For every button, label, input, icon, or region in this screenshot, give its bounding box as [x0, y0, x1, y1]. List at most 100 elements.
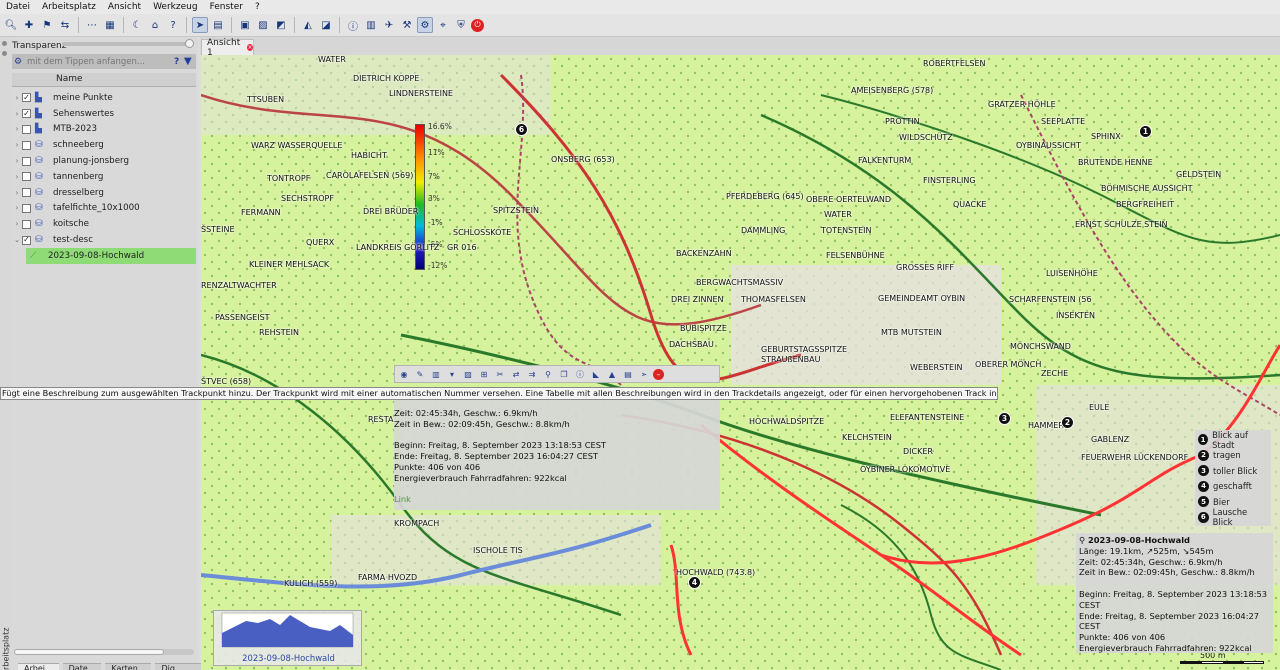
menu-datei[interactable]: Datei	[0, 0, 36, 14]
horizontal-scrollbar[interactable]	[14, 649, 194, 655]
checkbox[interactable]	[22, 156, 31, 166]
checkbox[interactable]	[22, 140, 31, 150]
checkbox[interactable]	[22, 124, 31, 134]
menu-fenster[interactable]: Fenster	[204, 0, 249, 14]
checkbox[interactable]: ✓	[22, 93, 31, 103]
tool-icon[interactable]: ⚒	[399, 17, 415, 33]
graph-icon[interactable]: ▲	[605, 367, 619, 381]
expand-icon[interactable]: ›	[12, 157, 22, 165]
cut-icon[interactable]: ✂	[493, 367, 507, 381]
expand-icon[interactable]: ›	[12, 141, 22, 149]
table-icon[interactable]: ▤	[621, 367, 635, 381]
expand-icon[interactable]: ›	[12, 189, 22, 197]
expand-icon[interactable]: ›	[12, 110, 22, 118]
tool2-icon[interactable]: ⚙	[417, 17, 433, 33]
book-icon[interactable]: ▥	[429, 367, 443, 381]
view-icon[interactable]: ◩	[273, 17, 289, 33]
menu-help[interactable]: ?	[249, 0, 266, 14]
zoom-icon[interactable]: 🔍︎	[3, 17, 19, 33]
tree-item[interactable]: › ⛁ dresselberg	[12, 185, 196, 201]
profile-icon[interactable]: ▤	[210, 17, 226, 33]
tab-database[interactable]: Date...	[62, 663, 102, 670]
tab-workspace[interactable]: Arbei...	[18, 663, 59, 670]
cursor-icon[interactable]: ➤	[192, 17, 208, 33]
legend-item[interactable]: 6 Lausche Blick	[1198, 507, 1268, 527]
collapse-icon[interactable]: ⌄	[12, 236, 22, 244]
profile-icon[interactable]: ◣	[589, 367, 603, 381]
power-icon[interactable]: ⏻	[471, 18, 484, 32]
info-link[interactable]: Link	[394, 494, 720, 505]
menu-werkzeug[interactable]: Werkzeug	[147, 0, 204, 14]
waypoint-marker[interactable]: 2	[1061, 416, 1074, 429]
scrollbar-thumb[interactable]	[14, 649, 164, 655]
checkbox[interactable]	[22, 172, 31, 182]
help-icon[interactable]: ?	[174, 57, 184, 67]
shield-icon[interactable]: ⛨	[453, 17, 469, 33]
waypoint-marker[interactable]: 3	[998, 412, 1011, 425]
waypoint-marker[interactable]: 1	[1139, 125, 1152, 138]
elevation-profile[interactable]: 2023-09-08-Hochwald	[213, 610, 362, 666]
send-icon[interactable]: ✈	[381, 17, 397, 33]
legend-item[interactable]: 3 toller Blick	[1198, 463, 1268, 479]
settings-icon[interactable]: ⚙	[12, 57, 24, 67]
select-area-icon[interactable]: ⋯	[84, 17, 100, 33]
range-icon[interactable]: ⊞	[477, 367, 491, 381]
route-icon[interactable]: ⚑	[39, 17, 55, 33]
map-icon[interactable]: ▣	[237, 17, 253, 33]
layer-icon[interactable]: ◭	[300, 17, 316, 33]
pen-icon[interactable]: ✎	[413, 367, 427, 381]
column-header[interactable]: Name	[12, 73, 196, 87]
close-icon[interactable]: ×	[246, 44, 253, 51]
expand-icon[interactable]: ›	[12, 125, 22, 133]
tree-item-selected[interactable]: ⟋ 2023-09-08-Hochwald	[26, 247, 196, 264]
route-icon[interactable]: ➣	[637, 367, 651, 381]
checkbox[interactable]	[22, 219, 31, 229]
expand-icon[interactable]: ›	[12, 173, 22, 181]
grid-icon[interactable]: ▦	[102, 17, 118, 33]
delete-icon[interactable]: –	[653, 368, 664, 380]
waypoint-marker[interactable]: 4	[688, 576, 701, 589]
combine-icon[interactable]: ⇉	[525, 367, 539, 381]
tab-view-1[interactable]: Ansicht 1 ×	[201, 38, 254, 58]
checkbox[interactable]	[22, 203, 31, 213]
add-icon[interactable]: ✚	[21, 17, 37, 33]
copy-icon[interactable]: ❐	[557, 367, 571, 381]
tree-item[interactable]: › ⛁ tannenberg	[12, 169, 196, 185]
dock-handle-icon[interactable]	[2, 51, 7, 56]
dem-icon[interactable]: ▨	[255, 17, 271, 33]
checkbox[interactable]	[22, 188, 31, 198]
info-icon[interactable]: ⓘ	[345, 17, 361, 33]
add-info-icon[interactable]: ⓘ	[573, 367, 587, 381]
tree-item[interactable]: › ✓ ▙ Sehenswertes	[12, 106, 196, 122]
menu-ansicht[interactable]: Ansicht	[102, 0, 147, 14]
bike-icon[interactable]: ⚲	[541, 367, 555, 381]
slider-knob[interactable]	[185, 39, 194, 48]
gps-icon[interactable]: ⌖	[435, 17, 451, 33]
search-input[interactable]	[24, 56, 174, 67]
tree-item[interactable]: › ⛁ planung-jonsberg	[12, 153, 196, 169]
expand-icon[interactable]: ›	[12, 220, 22, 228]
legend-item[interactable]: 1 Blick auf Stadt	[1198, 430, 1268, 450]
poi-icon[interactable]: ⌂	[147, 17, 163, 33]
tree-item[interactable]: › ✓ ▙ meine Punkte	[12, 90, 196, 106]
reverse-icon[interactable]: ⇄	[509, 367, 523, 381]
night-icon[interactable]: ☾	[129, 17, 145, 33]
expand-icon[interactable]: ›	[12, 94, 22, 102]
legend-item[interactable]: 4 geschafft	[1198, 479, 1268, 495]
legend-item[interactable]: 2 tragen	[1198, 448, 1268, 464]
dock-handle-icon[interactable]	[2, 41, 7, 46]
image-icon[interactable]: ◪	[318, 17, 334, 33]
track-icon[interactable]: ⇆	[57, 17, 73, 33]
checkbox[interactable]: ✓	[22, 109, 31, 119]
expand-icon[interactable]: ›	[12, 204, 22, 212]
track-title[interactable]: ⚲ 2023-09-08-Hochwald	[1079, 535, 1270, 546]
waypoint-marker[interactable]: 6	[515, 123, 528, 136]
eye-icon[interactable]: ◉	[397, 367, 411, 381]
menu-arbeitsplatz[interactable]: Arbeitsplatz	[36, 0, 102, 14]
tree-item[interactable]: › ▙ MTB-2023	[12, 122, 196, 138]
tree-item[interactable]: ⌄ ✓ ⛁ test-desc	[12, 232, 196, 248]
help-icon[interactable]: ?	[165, 17, 181, 33]
tree-item[interactable]: › ⛁ tafelfichte_10x1000	[12, 201, 196, 217]
cup-icon[interactable]: ▾	[445, 367, 459, 381]
transparency-slider[interactable]	[62, 39, 194, 48]
